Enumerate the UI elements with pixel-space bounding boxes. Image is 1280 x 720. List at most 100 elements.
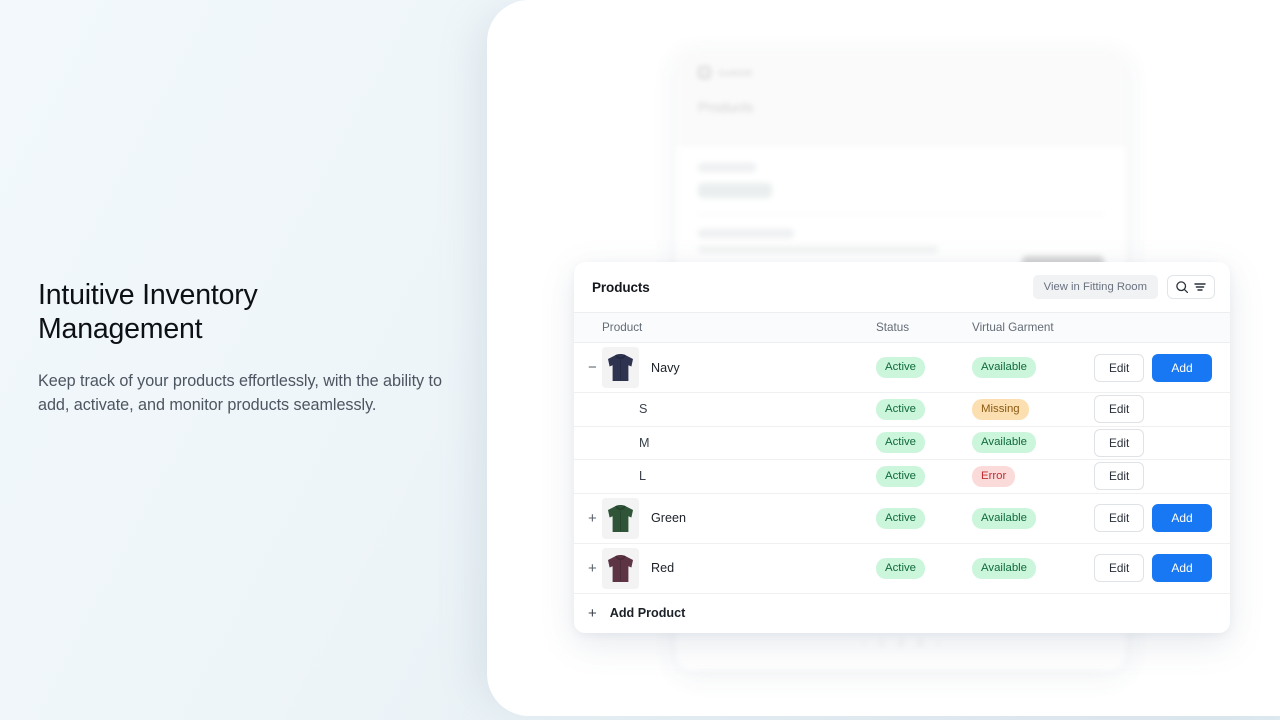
status-badge: Active [876, 432, 926, 454]
background-card-body [676, 145, 1126, 271]
row-status-cell: Active [876, 507, 972, 529]
background-logo: OutfitXR [698, 66, 1104, 79]
background-card-header: OutfitXR Products [676, 50, 1126, 145]
product-thumbnail [602, 497, 639, 539]
row-expander[interactable]: + [574, 511, 602, 526]
search-icon[interactable] [1175, 280, 1189, 294]
row-product-cell: L [602, 469, 876, 483]
row-actions: Edit [1094, 428, 1230, 457]
product-variant-name: L [639, 469, 647, 484]
column-header-status: Status [876, 321, 910, 334]
garment-badge: Available [972, 432, 1037, 454]
row-status-cell: Active [876, 557, 972, 579]
product-thumbnail [602, 347, 639, 388]
product-thumbnail [602, 547, 639, 589]
add-button[interactable]: Add [1152, 504, 1212, 532]
pagination-item: ‹ [862, 638, 866, 648]
outfitxr-logo-icon [698, 66, 711, 79]
row-status-cell: Active [876, 398, 972, 420]
row-product-cell: M [602, 436, 876, 450]
column-header-virtual-garment: Virtual Garment [972, 321, 1054, 334]
edit-button[interactable]: Edit [1094, 395, 1145, 424]
skeleton-bar [698, 163, 756, 172]
pagination-item: 2 [898, 638, 904, 648]
garment-badge: Available [972, 357, 1037, 378]
filter-icon[interactable] [1193, 280, 1207, 294]
edit-button[interactable]: Edit [1094, 353, 1145, 382]
row-actions: Edit Add [1094, 353, 1230, 382]
products-title: Products [592, 279, 650, 295]
status-badge: Active [876, 357, 926, 378]
table-column-headers: Product Status Virtual Garment [574, 313, 1230, 343]
row-garment-cell: Available [972, 507, 1094, 529]
row-garment-cell: Error [972, 465, 1094, 487]
row-expander[interactable]: + [574, 561, 602, 576]
column-header-product: Product [602, 321, 643, 334]
search-filter-group[interactable] [1167, 275, 1215, 299]
row-actions: Edit [1094, 462, 1230, 491]
row-expander[interactable]: − [574, 360, 602, 375]
products-card-header: Products View in Fitting Room [574, 262, 1230, 313]
product-name: Green [651, 511, 687, 525]
garment-badge: Available [972, 557, 1037, 579]
header-actions: View in Fitting Room [1032, 275, 1215, 299]
row-product-cell: S [602, 402, 876, 416]
hero-copy: Intuitive Inventory Management Keep trac… [38, 278, 458, 417]
row-product-cell: Green [602, 497, 876, 539]
row-garment-cell: Missing [972, 398, 1094, 420]
add-product-row[interactable]: + Add Product [574, 593, 1230, 633]
product-name: Red [651, 561, 675, 575]
row-status-cell: Active [876, 432, 972, 454]
row-garment-cell: Available [972, 557, 1094, 579]
pagination-item: › [936, 638, 940, 648]
headline-line-1: Intuitive Inventory [38, 279, 258, 311]
status-badge: Active [876, 507, 926, 529]
garment-badge: Available [972, 507, 1037, 529]
row-actions: Edit [1094, 395, 1230, 424]
row-garment-cell: Available [972, 432, 1094, 454]
background-card-title: Products [698, 99, 754, 115]
row-actions: Edit Add [1094, 504, 1230, 532]
pagination-item: 1 [879, 638, 885, 648]
skeleton-bar [698, 246, 938, 253]
table-row[interactable]: M Active Available Edit [574, 426, 1230, 460]
add-button[interactable]: Add [1152, 554, 1212, 582]
status-badge: Active [876, 557, 926, 579]
edit-button[interactable]: Edit [1094, 554, 1145, 582]
table-row[interactable]: − Navy Active Available Edit Add [574, 343, 1230, 393]
skeleton-bar [698, 183, 772, 198]
garment-badge: Error [972, 465, 1016, 487]
product-variant-name: S [639, 402, 648, 417]
row-status-cell: Active [876, 357, 972, 378]
divider [698, 214, 1104, 215]
row-status-cell: Active [876, 465, 972, 487]
page-title: Intuitive Inventory Management [38, 278, 458, 346]
status-badge: Active [876, 398, 926, 420]
status-badge: Active [876, 465, 926, 487]
product-variant-name: M [639, 435, 650, 450]
garment-badge: Missing [972, 398, 1029, 420]
edit-button[interactable]: Edit [1094, 462, 1145, 491]
add-button[interactable]: Add [1152, 353, 1212, 382]
row-product-cell: Red [602, 547, 876, 589]
edit-button[interactable]: Edit [1094, 504, 1145, 532]
headline-line-2: Management [38, 313, 203, 345]
product-name: Navy [651, 360, 680, 375]
table-row[interactable]: + Green Active Available Edit Add [574, 493, 1230, 544]
add-product-label: Add Product [609, 606, 686, 620]
plus-icon: + [588, 604, 597, 622]
row-garment-cell: Available [972, 357, 1094, 378]
table-row[interactable]: S Active Missing Edit [574, 393, 1230, 427]
products-card: Products View in Fitting Room Product St… [574, 262, 1230, 633]
hero-subcopy: Keep track of your products effortlessly… [38, 372, 442, 414]
pagination-item: 3 [917, 638, 923, 648]
edit-button[interactable]: Edit [1094, 428, 1145, 457]
background-logo-text: OutfitXR [718, 67, 753, 78]
skeleton-bar [698, 229, 794, 238]
table-row[interactable]: L Active Error Edit [574, 460, 1230, 494]
view-in-fitting-room-button[interactable]: View in Fitting Room [1032, 275, 1158, 299]
table-row[interactable]: + Red Active Available Edit Add [574, 543, 1230, 594]
row-actions: Edit Add [1094, 554, 1230, 582]
row-product-cell: Navy [602, 347, 876, 388]
background-pagination: ‹ 1 2 3 › [676, 638, 1126, 648]
